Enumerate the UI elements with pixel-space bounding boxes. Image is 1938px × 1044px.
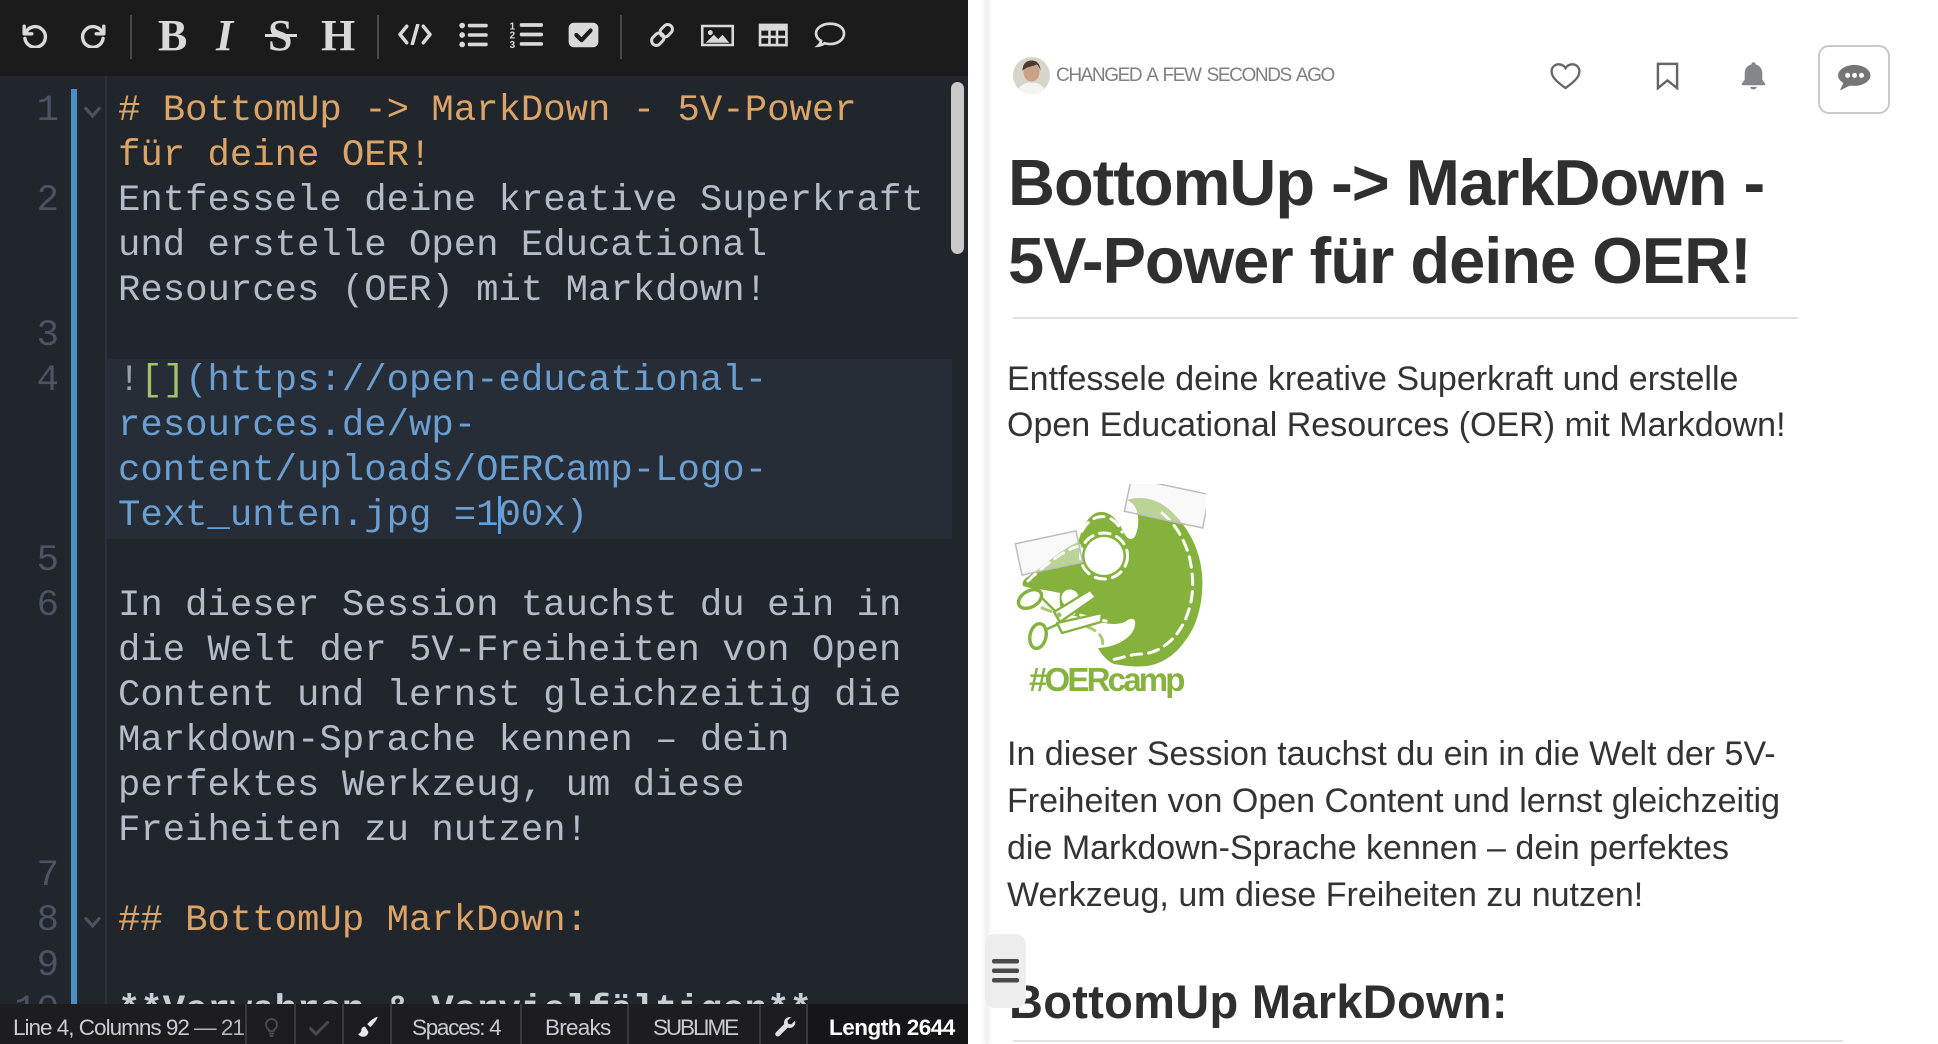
svg-text:3: 3	[509, 40, 515, 48]
